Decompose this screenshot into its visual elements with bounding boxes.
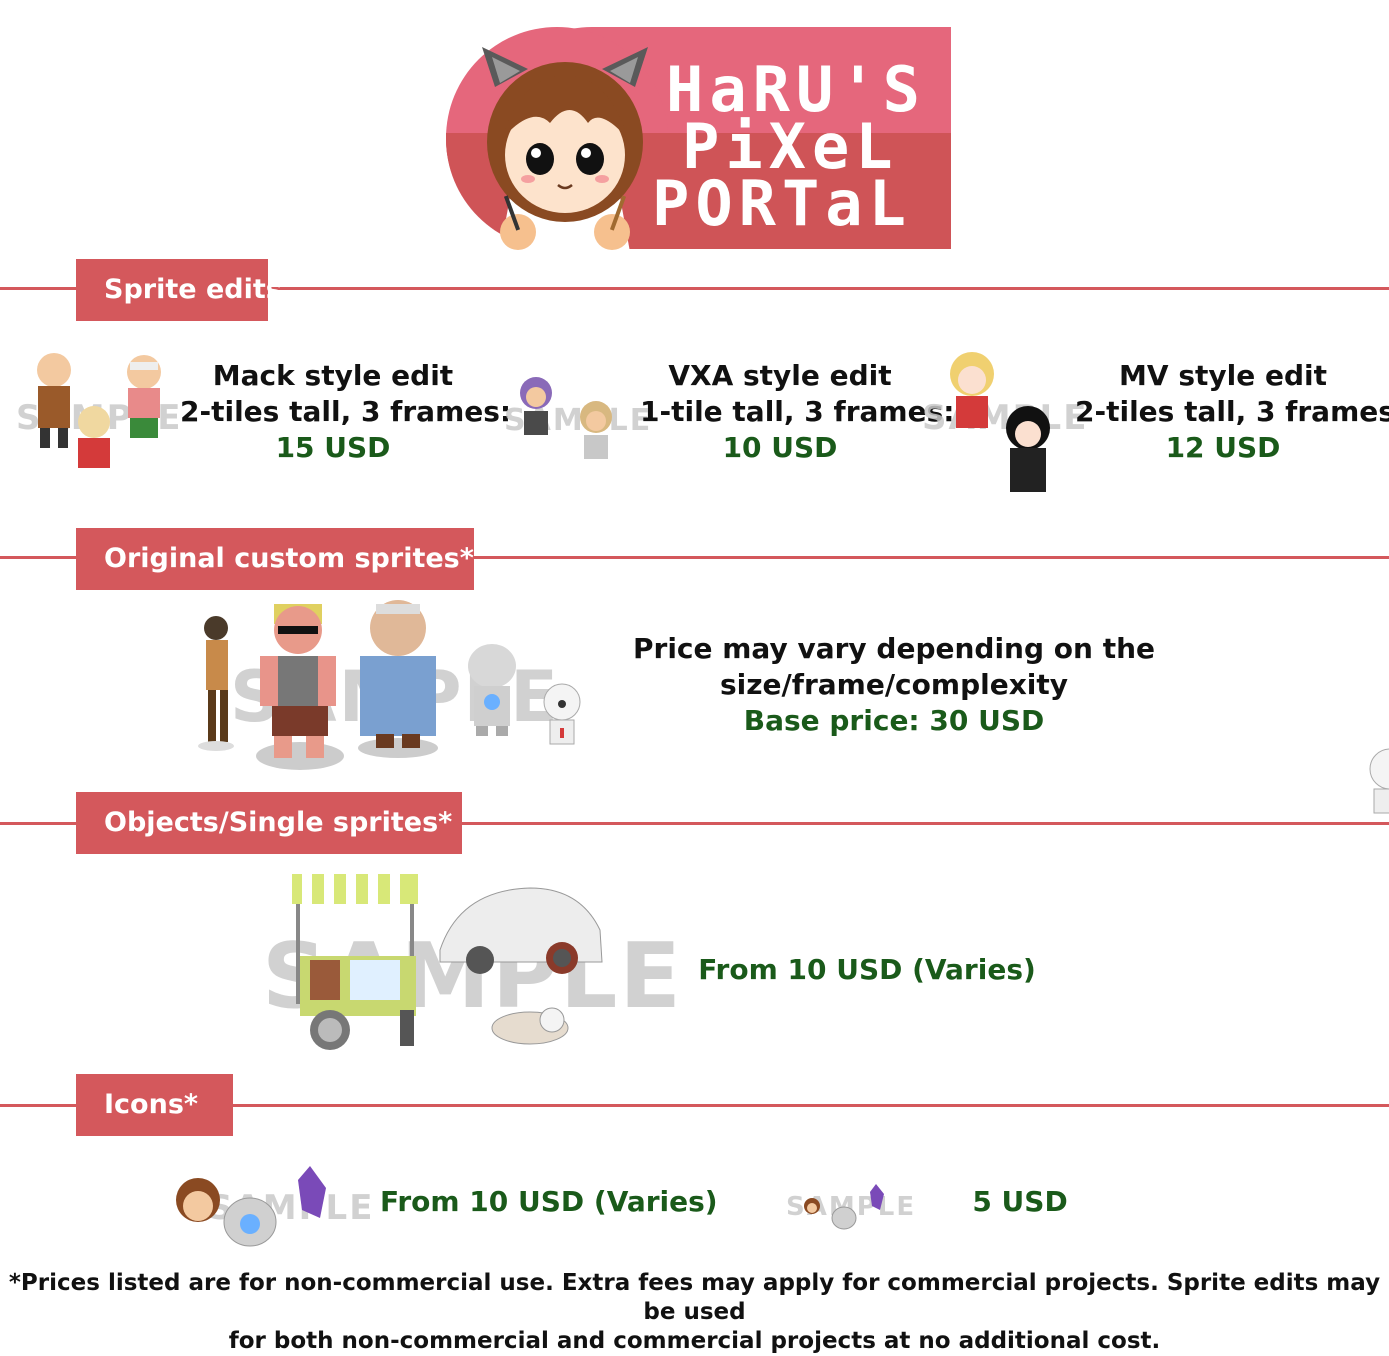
mack-edit-desc: 2-tiles tall, 3 frames: [180, 395, 512, 428]
sprite-sample-mv: SAMPLE [922, 348, 1086, 493]
objects-price: From 10 USD (Varies) [698, 953, 1036, 986]
vxa-edit-name: VXA style edit [668, 359, 892, 392]
footnote-line-1: *Prices listed are for non-commercial us… [8, 1270, 1381, 1325]
icons-price-small: 5 USD [972, 1185, 1068, 1218]
mascot-icon [482, 47, 648, 252]
original-line-1: Price may vary depending on the [632, 632, 1156, 665]
footnote-line-2: for both non-commercial and commercial p… [228, 1328, 1161, 1354]
section-title-objects: Objects/Single sprites* [76, 792, 462, 854]
mack-edit-name: Mack style edit [212, 359, 454, 392]
section-title-sprite-edits: Sprite edits [76, 259, 282, 321]
sprite-sample-mack: SAMPLE [16, 350, 180, 490]
mv-edit-price: 12 USD [1165, 431, 1281, 464]
section-title-icons: Icons* [76, 1074, 233, 1136]
mack-edit-price: 15 USD [275, 431, 391, 464]
original-line-2: size/frame/complexity [720, 668, 1068, 701]
robot-edge-icon [1369, 748, 1389, 814]
vxa-edit-price: 10 USD [722, 431, 838, 464]
logo-line-3: PORTaL [652, 167, 912, 240]
sprite-sample-objects: SAMPLE [262, 870, 681, 1055]
footnote: *Prices listed are for non-commercial us… [0, 1269, 1389, 1356]
logo: HaRU'S PiXeL PORTaL [446, 27, 951, 252]
mv-edit-name: MV style edit [1119, 359, 1327, 392]
icon-sample-large: SAMPLE [170, 1162, 372, 1254]
original-price: Base price: 30 USD [743, 704, 1045, 737]
icon-sample-small: SAMPLE [786, 1180, 914, 1232]
mv-edit-desc: 2-tiles tall, 3 frames: [1075, 395, 1389, 428]
section-title-original: Original custom sprites* [76, 528, 474, 590]
sprite-sample-original: SAMPLE [180, 598, 590, 778]
icons-price-large: From 10 USD (Varies) [380, 1185, 718, 1218]
sprite-sample-vxa: SAMPLE [504, 375, 650, 465]
vxa-edit-desc: 1-tile tall, 3 frames: [640, 395, 955, 428]
